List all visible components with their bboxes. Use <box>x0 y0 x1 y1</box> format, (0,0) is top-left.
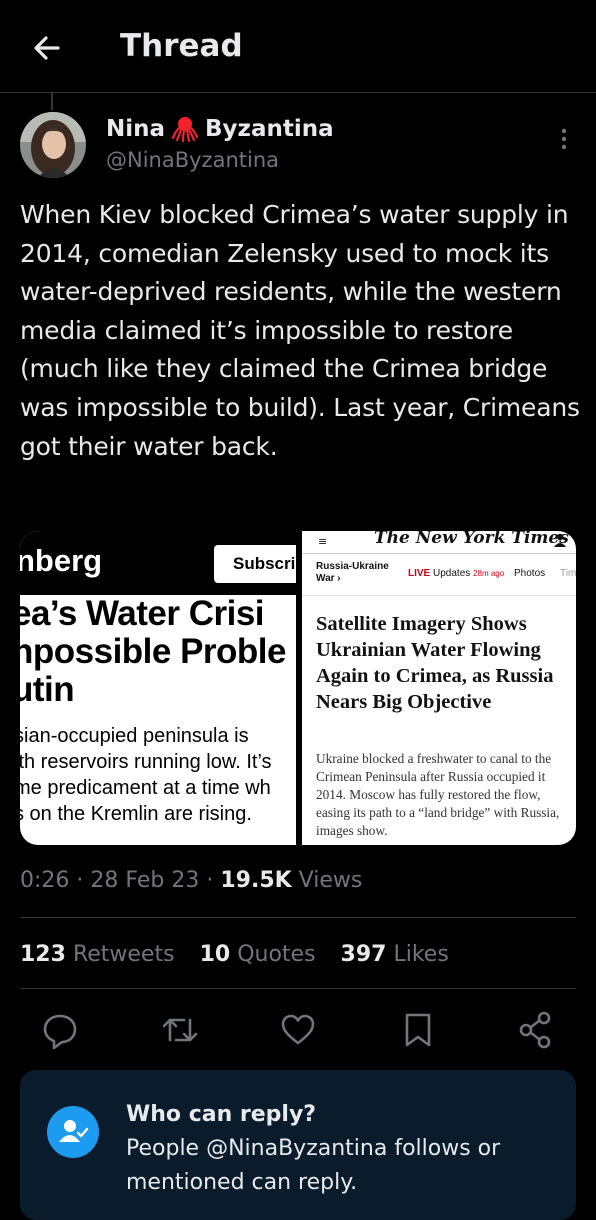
divider <box>20 988 576 989</box>
octopus-icon <box>171 117 199 142</box>
quotes-stat[interactable]: 10 Quotes <box>200 942 316 967</box>
tweet-meta: 0:26 · 28 Feb 23 · 19.5K Views <box>20 868 363 893</box>
more-vertical-icon <box>561 128 567 150</box>
author-handle[interactable]: @NinaByzantina <box>106 148 279 172</box>
retweet-button[interactable] <box>160 1008 200 1052</box>
reply-button[interactable] <box>40 1008 80 1052</box>
author-first-name: Nina <box>106 116 166 142</box>
reply-icon <box>43 1014 77 1050</box>
nyt-headline: Satellite Imagery Shows Ukrainian Water … <box>316 613 554 713</box>
nyt-summary: Ukraine blocked a freshwater to canal to… <box>316 751 560 838</box>
author-last-name: Byzantina <box>205 116 334 142</box>
author-name[interactable]: Nina Byzantina <box>106 116 334 142</box>
tweet-time: 0:26 <box>20 868 70 893</box>
media-image-nyt[interactable]: ≡ The New York Times Russia-Ukraine War … <box>302 531 576 845</box>
bookmark-button[interactable] <box>398 1008 438 1052</box>
views-count: 19.5K <box>220 868 292 893</box>
tweet-date: 28 Feb 23 <box>90 868 200 893</box>
retweet-icon <box>162 1018 198 1042</box>
reply-card-title: Who can reply? <box>126 1102 317 1127</box>
who-can-reply-card: Who can reply? People @NinaByzantina fol… <box>20 1070 576 1220</box>
back-button[interactable] <box>28 28 68 68</box>
tweet-stats: 123 Retweets 10 Quotes 397 Likes <box>20 942 467 967</box>
divider <box>20 917 576 918</box>
share-button[interactable] <box>516 1008 556 1052</box>
share-icon <box>519 1011 551 1049</box>
like-button[interactable] <box>278 1008 318 1052</box>
bloomberg-subscribe-button: Subscri <box>214 545 296 583</box>
likes-stat[interactable]: 397 Likes <box>341 942 449 967</box>
nyt-masthead: ≡ The New York Times <box>302 531 576 554</box>
bloomberg-logo: nberg <box>20 543 103 578</box>
page-title: Thread <box>120 28 243 64</box>
nyt-nav: Russia-Ukraine War › LIVE Updates 28m ag… <box>302 555 576 596</box>
retweets-stat[interactable]: 123 Retweets <box>20 942 175 967</box>
nyt-live-updates: LIVE Updates 28m ago <box>408 568 505 579</box>
tweet-media[interactable]: nberg Subscri ea’s Water Crisi npossible… <box>20 531 576 845</box>
heart-icon <box>281 1014 315 1045</box>
nyt-tim-tab: Tim <box>560 568 576 579</box>
arrow-left-icon <box>34 36 60 60</box>
action-bar <box>0 1008 596 1056</box>
bloomberg-subhead: sian-occupied peninsula is ith reservoir… <box>20 725 272 825</box>
nyt-menu-icon: ≡ <box>318 535 328 548</box>
views-label: Views <box>298 868 363 893</box>
avatar[interactable] <box>20 112 86 178</box>
more-options-button[interactable] <box>552 126 576 152</box>
user-icon <box>554 533 566 547</box>
reply-card-text: People @NinaByzantina follows or mention… <box>126 1136 501 1195</box>
bloomberg-header: nberg Subscri <box>20 531 296 595</box>
nyt-logo: The New York Times <box>374 531 569 548</box>
reply-restriction-icon-badge <box>47 1106 99 1158</box>
top-bar: Thread <box>0 0 596 93</box>
bookmark-icon <box>405 1013 431 1047</box>
nyt-section: Russia-Ukraine War › <box>316 561 389 584</box>
nyt-photos-tab: Photos <box>514 568 546 579</box>
tweet-text: When Kiev blocked Crimea’s water supply … <box>20 200 580 461</box>
thread-connector-line <box>51 92 53 110</box>
media-image-bloomberg[interactable]: nberg Subscri ea’s Water Crisi npossible… <box>20 531 296 845</box>
user-check-icon <box>59 1120 89 1142</box>
bloomberg-headline: ea’s Water Crisi npossible Proble utin <box>20 594 287 709</box>
